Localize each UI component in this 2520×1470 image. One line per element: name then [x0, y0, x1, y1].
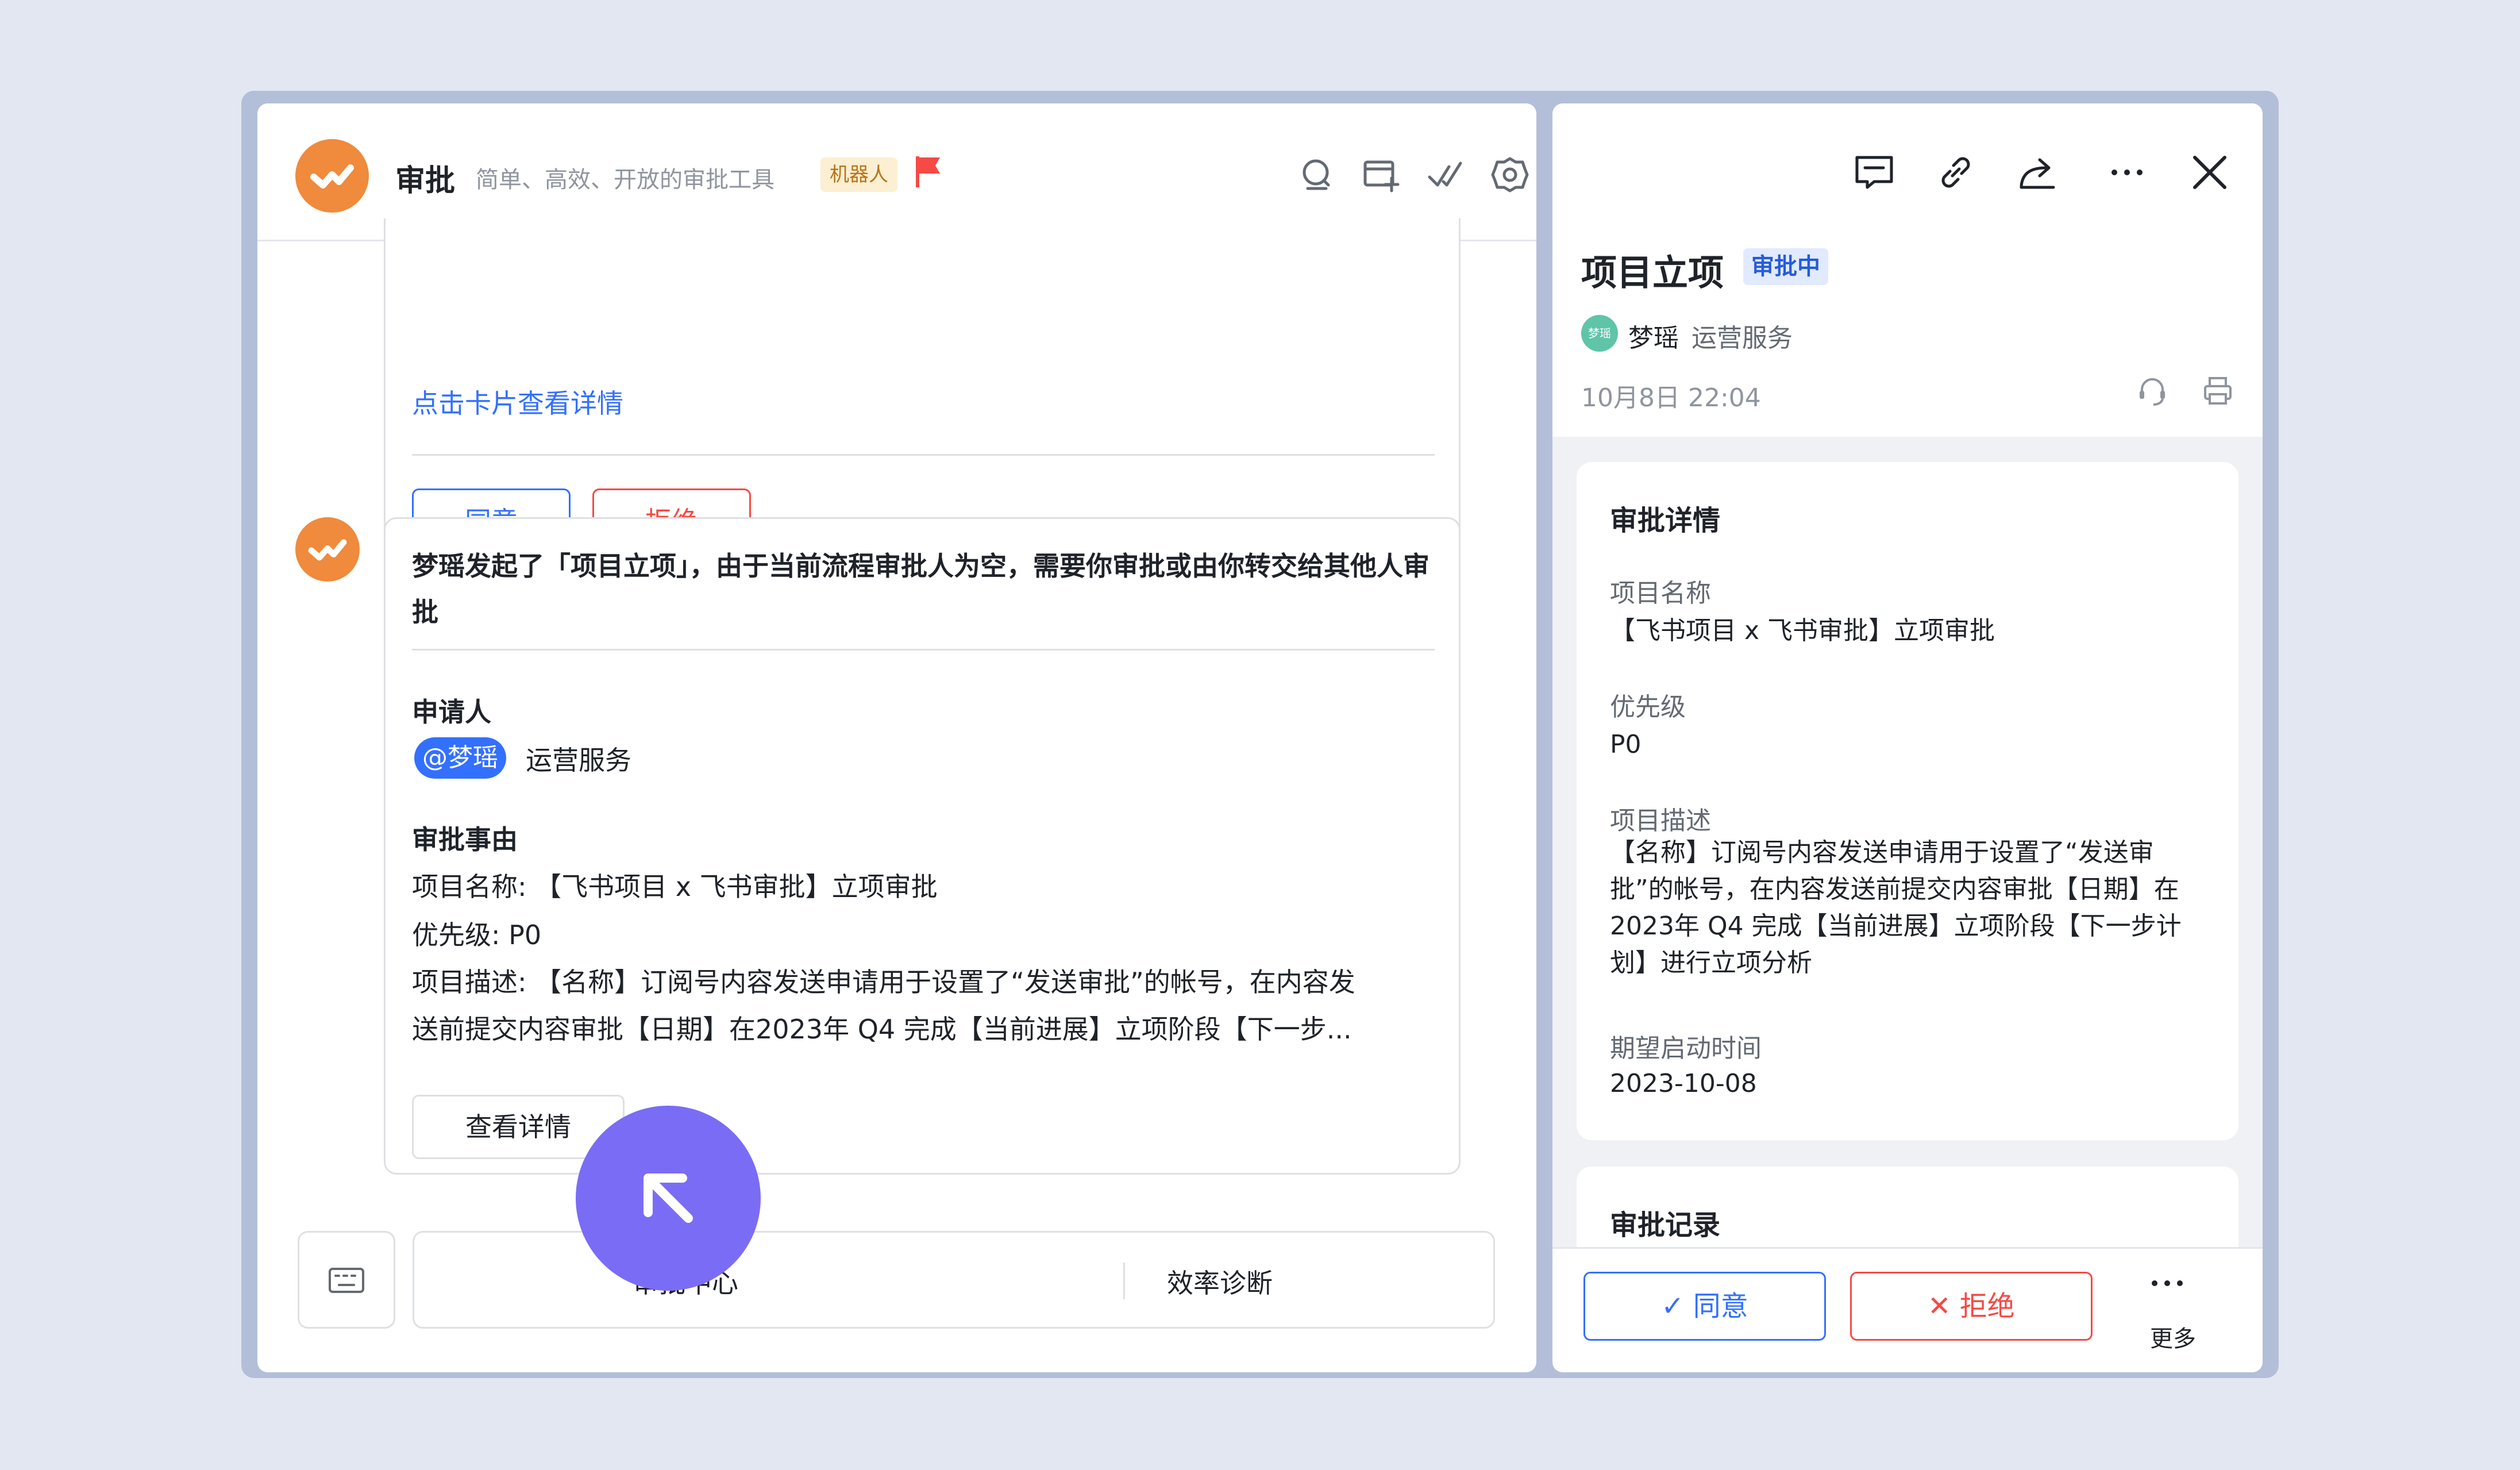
- applicant-label: 申请人: [412, 696, 491, 728]
- status-badge: 审批中: [1743, 248, 1828, 285]
- submit-time: 10月8日 22:04: [1581, 383, 1761, 413]
- add-card-icon[interactable]: [1362, 155, 1401, 194]
- section-title: 审批详情: [1610, 505, 1721, 537]
- applicant-name[interactable]: 梦瑶: [1628, 317, 1679, 354]
- view-card-details-link[interactable]: 点击卡片查看详情: [412, 383, 623, 421]
- field-label: 期望启动时间: [1610, 1034, 1762, 1063]
- more-icon[interactable]: [2144, 1266, 2190, 1300]
- agree-label: 同意: [1693, 1290, 1748, 1322]
- chat-panel: 审批 简单、高效、开放的审批工具 机器人 点击卡片查看详情 同意 拒绝: [257, 103, 1536, 1372]
- cursor-pointer-icon: [576, 1106, 761, 1291]
- settings-icon[interactable]: [1490, 155, 1529, 194]
- field-value: 2023-10-08: [1610, 1069, 1757, 1098]
- applicant-mention[interactable]: @梦瑶: [414, 737, 506, 779]
- reason-line: 优先级: P0: [412, 919, 542, 951]
- detail-title: 项目立项: [1581, 252, 1724, 294]
- close-icon[interactable]: [2187, 149, 2233, 195]
- share-icon[interactable]: [2014, 149, 2060, 195]
- reject-label: 拒绝: [1959, 1290, 2015, 1322]
- print-icon[interactable]: [2201, 374, 2235, 408]
- field-value: 【名称】订阅号内容发送申请用于设置了“发送审批”的帐号，在内容发送前提交内容审批…: [1610, 838, 2182, 978]
- approval-card[interactable]: 梦瑶发起了「项目立项」，由于当前流程审批人为空，需要你审批或由你转交给其他人审批…: [384, 517, 1461, 1175]
- detail-footer: ✓ 同意 ✕ 拒绝 更多: [1552, 1247, 2263, 1372]
- more-icon[interactable]: [2104, 149, 2150, 195]
- reason-label: 审批事由: [412, 824, 518, 855]
- bot-tag: 机器人: [820, 157, 897, 192]
- avatar[interactable]: 梦瑶: [1581, 315, 1618, 352]
- field-value: P0: [1610, 730, 1642, 759]
- agree-button[interactable]: ✓ 同意: [1583, 1272, 1826, 1341]
- reason-line: 项目名称: 【飞书项目 x 飞书审批】立项审批: [412, 871, 938, 902]
- field-label: 项目名称: [1610, 579, 1711, 608]
- comment-icon[interactable]: [1851, 149, 1897, 195]
- approval-detail-panel: 项目立项 审批中 梦瑶 梦瑶 运营服务 10月8日 22:04 审批详情 项目名…: [1552, 103, 2263, 1372]
- divider: [412, 454, 1435, 456]
- chat-title: 审批: [395, 164, 456, 198]
- section-title: 审批记录: [1610, 1209, 1721, 1241]
- approval-details-card: 审批详情 项目名称 【飞书项目 x 飞书审批】立项审批 优先级 P0 项目描述 …: [1577, 462, 2238, 1140]
- flag-icon[interactable]: [914, 154, 942, 188]
- approval-bot-avatar[interactable]: [295, 139, 369, 213]
- divider: [412, 649, 1435, 651]
- reason-line: 项目描述: 【名称】订阅号内容发送申请用于设置了“发送审批”的帐号，在内容发: [412, 967, 1355, 998]
- search-icon[interactable]: [1297, 155, 1336, 194]
- double-check-icon[interactable]: [1426, 155, 1465, 194]
- chat-subtitle: 简单、高效、开放的审批工具: [476, 167, 775, 193]
- field-value: 【飞书项目 x 飞书审批】立项审批: [1610, 616, 1995, 645]
- approval-logo-icon: [310, 164, 354, 188]
- reason-line: 送前提交内容审批【日期】在2023年 Q4 完成【当前进展】立项阶段【下一步..…: [412, 1014, 1352, 1045]
- applicant-dept: 运营服务: [526, 745, 631, 776]
- keyboard-toggle-button[interactable]: [298, 1231, 395, 1329]
- more-button[interactable]: 更多: [2150, 1320, 2196, 1353]
- field-label: 项目描述: [1610, 806, 1711, 836]
- close-icon: ✕: [1928, 1290, 1960, 1322]
- keyboard-icon: [329, 1268, 364, 1293]
- support-icon[interactable]: [2135, 374, 2170, 408]
- quick-action-bar: 审批中心 效率诊断: [413, 1231, 1495, 1329]
- field-label: 优先级: [1610, 692, 1686, 722]
- efficiency-diagnosis-button[interactable]: 效率诊断: [1167, 1263, 1273, 1300]
- applicant-dept: 运营服务: [1691, 324, 1793, 353]
- check-icon: ✓: [1661, 1290, 1693, 1322]
- divider: [1123, 1263, 1125, 1299]
- approval-bot-avatar-small[interactable]: [295, 517, 360, 582]
- link-icon[interactable]: [1933, 149, 1979, 195]
- approval-logo-icon: [308, 539, 347, 561]
- card-title: 梦瑶发起了「项目立项」，由于当前流程审批人为空，需要你审批或由你转交给其他人审批: [412, 551, 1429, 628]
- detail-header: 项目立项 审批中 梦瑶 梦瑶 运营服务 10月8日 22:04: [1552, 103, 2263, 437]
- reject-button[interactable]: ✕ 拒绝: [1850, 1272, 2093, 1341]
